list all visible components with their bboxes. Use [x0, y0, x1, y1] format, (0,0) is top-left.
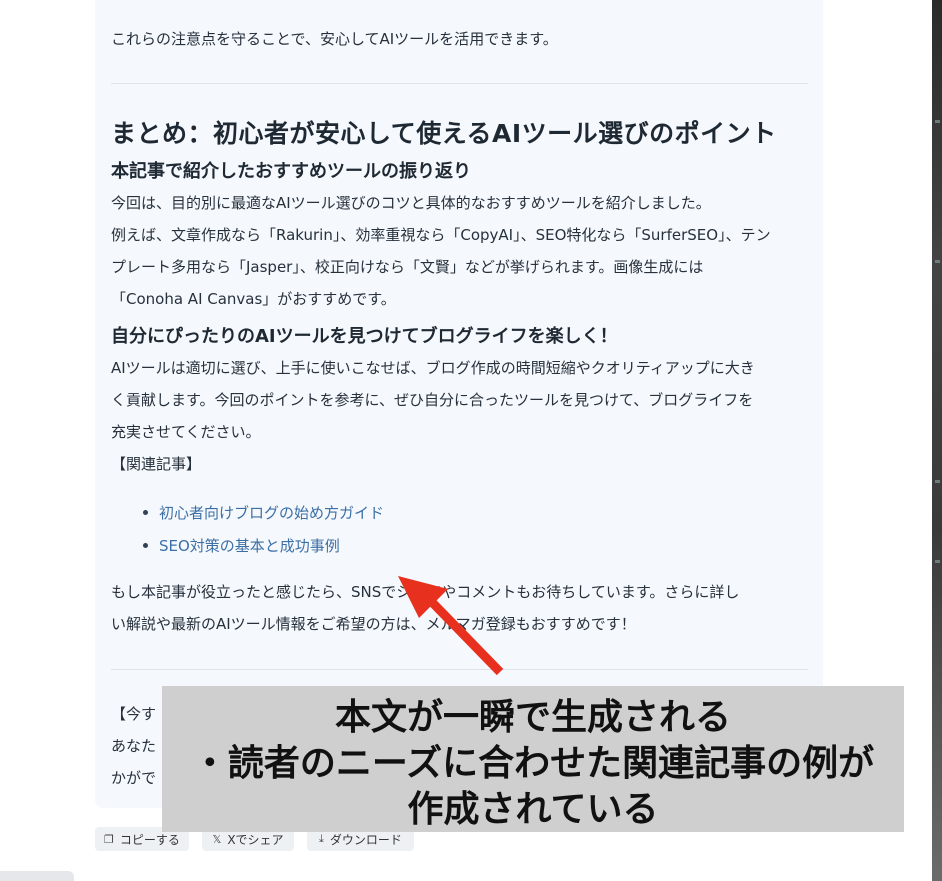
recap-line: 今回は、目的別に最適なAIツール選びのコツと具体的なおすすめツールを紹介しました…	[111, 194, 711, 212]
annotation-line: 本文が一瞬で生成される	[334, 697, 731, 738]
bottom-tab-edge	[0, 871, 74, 881]
cta-partial-line: かがで	[111, 769, 157, 787]
x-logo-icon: 𝕏	[212, 832, 222, 846]
recap-line: 「Conoha AI Canvas」がおすすめです。	[111, 290, 396, 308]
related-link-blog-guide[interactable]: 初心者向けブログの始め方ガイド	[159, 502, 384, 523]
related-link-seo-basics[interactable]: SEO対策の基本と成功事例	[159, 535, 340, 556]
download-label: ダウンロード	[329, 832, 402, 847]
enjoy-line: 充実させてください。	[111, 423, 261, 441]
cta-partial-line: あなた	[111, 737, 157, 755]
recap-subheading: 本記事で紹介したおすすめツールの振り返り	[111, 161, 471, 182]
intro-closing-text: これらの注意点を守ることで、安心してAIツールを活用できます。	[111, 30, 558, 48]
copy-icon: ❐	[104, 832, 114, 846]
annotation-line: ・読者のニーズに合わせた関連記事の例が	[191, 743, 875, 784]
annotation-line: 作成されている	[407, 789, 659, 830]
recap-line: 例えば、文章作成なら「Rakurin」、効率重視なら「CopyAI」、SEO特化…	[111, 226, 771, 244]
share-x-label: Xでシェア	[227, 832, 284, 847]
adjacent-window-edge	[932, 0, 942, 881]
related-label: 【関連記事】	[111, 455, 202, 473]
closing-line: い解説や最新のAIツール情報をご希望の方は、メルマガ登録もおすすめです！	[111, 615, 636, 633]
download-icon: ⤓	[319, 832, 324, 845]
enjoy-line: く貢献します。今回のポイントを参考に、ぜひ自分に合ったツールを見つけて、ブログラ…	[111, 391, 754, 409]
enjoy-line: AIツールは適切に選び、上手に使いこなせば、ブログ作成の時間短縮やクオリティアッ…	[111, 359, 755, 377]
divider	[111, 83, 808, 84]
summary-heading: まとめ：初心者が安心して使えるAIツール選びのポイント	[111, 119, 777, 148]
divider	[111, 669, 808, 670]
closing-line: もし本記事が役立ったと感じたら、SNSでシェアやコメントもお待ちしています。さら…	[111, 583, 740, 601]
enjoy-subheading: 自分にぴったりのAIツールを見つけてブログライフを楽しく！	[111, 326, 618, 347]
list-bullet	[143, 543, 148, 548]
annotation-box: 本文が一瞬で生成される ・読者のニーズに合わせた関連記事の例が 作成されている	[162, 686, 904, 832]
recap-line: プレート多用なら「Jasper」、校正向けなら「文賢」などが挙げられます。画像生…	[111, 258, 704, 276]
cta-partial-line: 【今す	[111, 705, 157, 723]
list-bullet	[143, 510, 148, 515]
copy-label: コピーする	[119, 832, 180, 847]
